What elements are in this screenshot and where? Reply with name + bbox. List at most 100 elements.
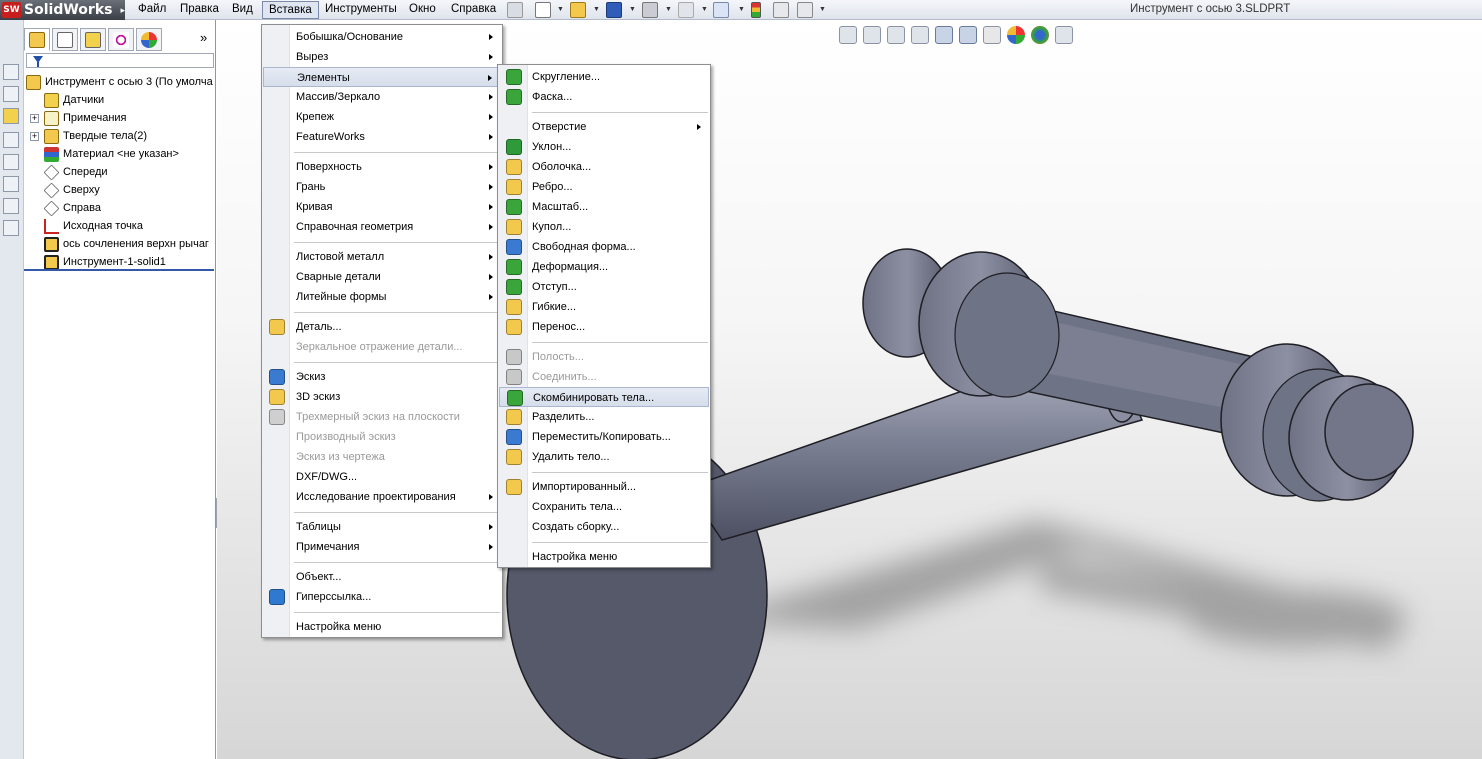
strip-tool-icon[interactable]	[3, 64, 19, 80]
insert-menu-item[interactable]: Поверхность	[263, 157, 501, 177]
insert-menu-item[interactable]: Гиперссылка...	[263, 587, 501, 607]
dropdown-arrow-icon[interactable]: ▼	[557, 6, 564, 13]
features-menu-item[interactable]: Настройка меню	[499, 547, 709, 567]
insert-menu-item[interactable]: Элементы	[263, 67, 501, 87]
insert-menu-item[interactable]: Деталь...	[263, 317, 501, 337]
tree-root[interactable]: Инструмент с осью 3 (По умолча	[26, 73, 213, 91]
insert-menu-item[interactable]: Сварные детали	[263, 267, 501, 287]
features-menu-item[interactable]: Переместить/Копировать...	[499, 427, 709, 447]
insert-menu-item[interactable]: FeatureWorks	[263, 127, 501, 147]
features-menu-item[interactable]: Свободная форма...	[499, 237, 709, 257]
save-icon[interactable]	[606, 2, 622, 18]
strip-tool-icon[interactable]	[3, 154, 19, 170]
tree-item[interactable]: Твердые тела(2)	[44, 127, 147, 145]
insert-menu-item[interactable]: Эскиз	[263, 367, 501, 387]
tree-expander-icon[interactable]: +	[30, 114, 39, 123]
insert-menu-item[interactable]: Исследование проектирования	[263, 487, 501, 507]
tree-item[interactable]: Справа	[43, 199, 101, 217]
solidworks-logo[interactable]: SW SolidWorks ▸	[0, 0, 125, 20]
features-menu-item[interactable]: Отступ...	[499, 277, 709, 297]
dropdown-arrow-icon[interactable]: ▼	[593, 6, 600, 13]
features-menu-item[interactable]: Оболочка...	[499, 157, 709, 177]
features-menu-item[interactable]: Купол...	[499, 217, 709, 237]
insert-menu-item[interactable]: Листовой металл	[263, 247, 501, 267]
insert-menu-item-label: Примечания	[296, 541, 360, 553]
features-menu-item[interactable]: Фаска...	[499, 87, 709, 107]
tree-filter[interactable]	[26, 53, 214, 68]
menu-view[interactable]: Вид	[226, 1, 259, 19]
undo-icon[interactable]	[678, 2, 694, 18]
features-menu-item[interactable]: Скомбинировать тела...	[499, 387, 709, 407]
dropdown-arrow-icon[interactable]: ▼	[629, 6, 636, 13]
tree-item[interactable]: Датчики	[44, 91, 104, 109]
features-menu-item[interactable]: Скругление...	[499, 67, 709, 87]
dropdown-arrow-icon[interactable]: ▼	[701, 6, 708, 13]
tab-property-manager[interactable]	[52, 28, 78, 51]
insert-menu-item[interactable]: Примечания	[263, 537, 501, 557]
features-menu-item[interactable]: Разделить...	[499, 407, 709, 427]
menu-help[interactable]: Справка	[445, 1, 502, 19]
features-menu-item[interactable]: Создать сборку...	[499, 517, 709, 537]
strip-tool-icon[interactable]	[3, 108, 19, 124]
menu-edit[interactable]: Правка	[174, 1, 225, 19]
insert-menu-item[interactable]: Справочная геометрия	[263, 217, 501, 237]
pushpin-icon[interactable]	[507, 2, 523, 18]
features-menu-item[interactable]: Перенос...	[499, 317, 709, 337]
rebuild-traffic-light-icon[interactable]	[751, 2, 761, 18]
insert-menu-item[interactable]: 3D эскиз	[263, 387, 501, 407]
tree-item-label: Исходная точка	[63, 220, 143, 232]
tree-item[interactable]: Исходная точка	[44, 217, 143, 235]
features-menu-item[interactable]: Гибкие...	[499, 297, 709, 317]
submenu-arrow-icon	[489, 544, 493, 550]
select-cursor-icon[interactable]	[713, 2, 729, 18]
menu-window[interactable]: Окно	[403, 1, 442, 19]
more-tabs-icon[interactable]: »	[200, 30, 207, 45]
insert-menu-item[interactable]: Вырез	[263, 47, 501, 67]
insert-menu-item[interactable]: Таблицы	[263, 517, 501, 537]
features-menu-item[interactable]: Масштаб...	[499, 197, 709, 217]
open-folder-icon[interactable]	[570, 2, 586, 18]
tree-item[interactable]: ось сочленения верхн рычаг	[44, 235, 209, 253]
tree-item[interactable]: Сверху	[43, 181, 100, 199]
tab-display-manager[interactable]	[136, 28, 162, 51]
insert-menu-item[interactable]: Кривая	[263, 197, 501, 217]
tab-configuration-manager[interactable]	[80, 28, 106, 51]
insert-menu-item[interactable]: Бобышка/Основание	[263, 27, 501, 47]
menu-insert[interactable]: Вставка	[262, 1, 319, 19]
strip-tool-icon[interactable]	[3, 176, 19, 192]
strip-tool-icon[interactable]	[3, 86, 19, 102]
strip-tool-icon[interactable]	[3, 220, 19, 236]
new-document-icon[interactable]	[535, 2, 551, 18]
dropdown-arrow-icon[interactable]: ▼	[819, 6, 826, 13]
insert-menu-item[interactable]: Литейные формы	[263, 287, 501, 307]
menu-tools[interactable]: Инструменты	[319, 1, 403, 19]
tree-expander-icon[interactable]: +	[30, 132, 39, 141]
features-menu-item[interactable]: Удалить тело...	[499, 447, 709, 467]
tab-feature-manager[interactable]	[24, 28, 50, 51]
print-icon[interactable]	[642, 2, 658, 18]
tree-end-marker	[24, 269, 214, 271]
dropdown-arrow-icon[interactable]: ▼	[665, 6, 672, 13]
features-menu-item[interactable]: Деформация...	[499, 257, 709, 277]
features-menu-item[interactable]: Импортированный...	[499, 477, 709, 497]
insert-menu-item[interactable]: Грань	[263, 177, 501, 197]
tree-item[interactable]: Примечания	[44, 109, 127, 127]
tree-item[interactable]: Материал <не указан>	[44, 145, 179, 163]
insert-menu-item[interactable]: Массив/Зеркало	[263, 87, 501, 107]
strip-tool-icon[interactable]	[3, 198, 19, 214]
features-menu-item[interactable]: Отверстие	[499, 117, 709, 137]
insert-menu-item[interactable]: DXF/DWG...	[263, 467, 501, 487]
insert-menu-item[interactable]: Объект...	[263, 567, 501, 587]
file-properties-icon[interactable]	[773, 2, 789, 18]
features-menu-item[interactable]: Сохранить тела...	[499, 497, 709, 517]
options-icon[interactable]	[797, 2, 813, 18]
tab-dimxpert-manager[interactable]	[108, 28, 134, 51]
dropdown-arrow-icon[interactable]: ▼	[738, 6, 745, 13]
features-menu-item[interactable]: Ребро...	[499, 177, 709, 197]
insert-menu-item[interactable]: Крепеж	[263, 107, 501, 127]
menu-file[interactable]: Файл	[132, 1, 172, 19]
features-menu-item[interactable]: Уклон...	[499, 137, 709, 157]
tree-item[interactable]: Спереди	[43, 163, 108, 181]
strip-tool-icon[interactable]	[3, 132, 19, 148]
insert-menu-item[interactable]: Настройка меню	[263, 617, 501, 637]
